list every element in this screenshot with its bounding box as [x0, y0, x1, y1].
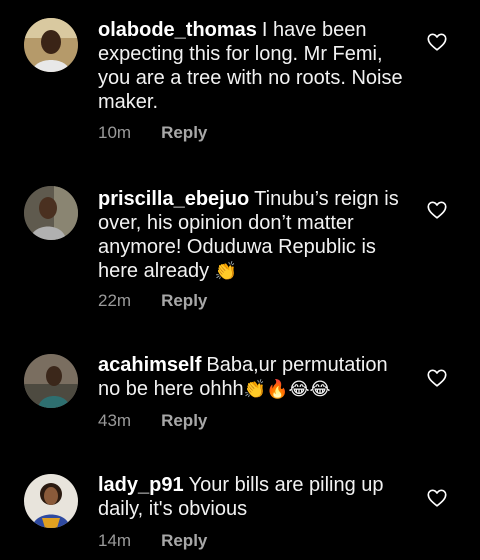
comment-time: 10m	[98, 123, 132, 142]
comment-time: 43m	[98, 411, 132, 430]
avatar-image	[24, 474, 78, 528]
heart-outline-icon[interactable]	[426, 367, 448, 389]
avatar[interactable]	[24, 186, 78, 240]
comment-time: 14m	[98, 531, 132, 550]
comment-meta: 43m Reply	[98, 411, 207, 431]
avatar-image	[24, 186, 78, 240]
avatar[interactable]	[24, 354, 78, 408]
comment-emojis: 👏	[214, 261, 238, 282]
heart-outline-icon[interactable]	[426, 487, 448, 509]
comment-text: priscilla_ebejuo Tinubu’s reign is over, …	[98, 187, 410, 284]
avatar[interactable]	[24, 18, 78, 72]
comment-text: acahimself Baba,ur permutation no be here…	[98, 353, 410, 402]
avatar-image	[24, 18, 78, 72]
avatar[interactable]	[24, 474, 78, 528]
reply-button[interactable]: Reply	[161, 123, 207, 143]
reply-button[interactable]: Reply	[161, 291, 207, 311]
comment-username[interactable]: priscilla_ebejuo	[98, 188, 249, 210]
comment-username[interactable]: olabode_thomas	[98, 19, 257, 41]
avatar-image	[24, 354, 78, 408]
comment-meta: 22m Reply	[98, 291, 207, 311]
heart-outline-icon[interactable]	[426, 199, 448, 221]
comment-username[interactable]: acahimself	[98, 354, 201, 376]
heart-outline-icon[interactable]	[426, 31, 448, 53]
comment-time: 22m	[98, 291, 132, 310]
reply-button[interactable]: Reply	[161, 531, 207, 551]
comment-text: lady_p91 Your bills are piling up daily, …	[98, 473, 410, 521]
comment-meta: 10m Reply	[98, 123, 207, 143]
comment-emojis: 👏🔥😂😂	[243, 379, 331, 400]
comment-text: olabode_thomas I have been expecting this…	[98, 18, 410, 114]
comment-meta: 14m Reply	[98, 531, 207, 551]
reply-button[interactable]: Reply	[161, 411, 207, 431]
comment-username[interactable]: lady_p91	[98, 474, 184, 496]
